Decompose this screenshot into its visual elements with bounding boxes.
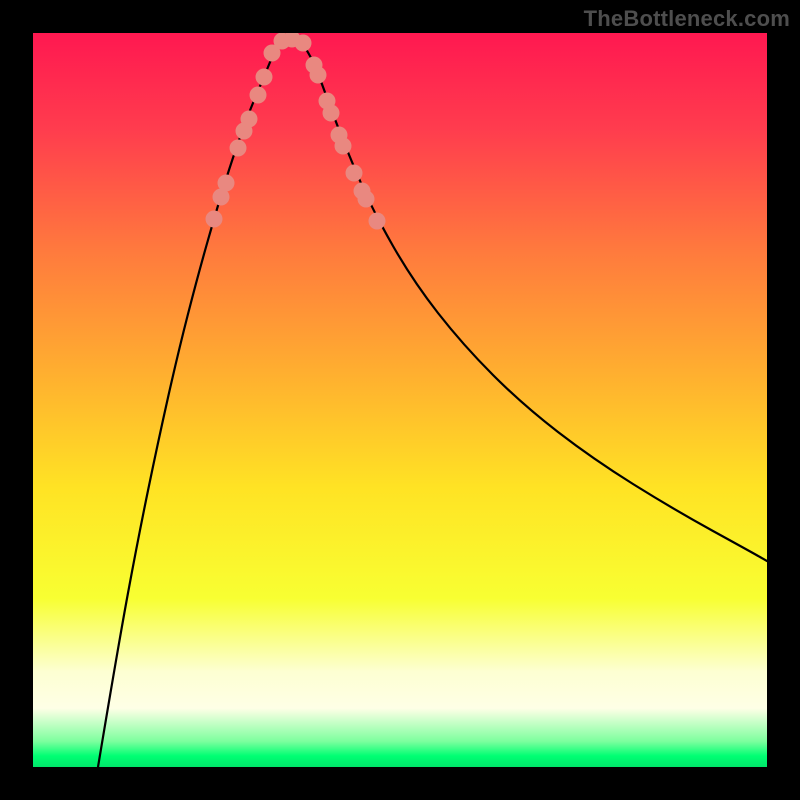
marker-dot bbox=[250, 87, 267, 104]
marker-dot bbox=[230, 140, 247, 157]
marker-dot bbox=[310, 67, 327, 84]
marker-dot bbox=[295, 35, 312, 52]
marker-dot bbox=[241, 111, 258, 128]
gradient-background bbox=[33, 33, 767, 767]
marker-dot bbox=[206, 211, 223, 228]
marker-dot bbox=[256, 69, 273, 86]
marker-dot bbox=[346, 165, 363, 182]
marker-dot bbox=[323, 105, 340, 122]
marker-dot bbox=[358, 191, 375, 208]
bottleneck-chart bbox=[33, 33, 767, 767]
marker-dot bbox=[218, 175, 235, 192]
marker-dot bbox=[369, 213, 386, 230]
marker-dot bbox=[335, 138, 352, 155]
watermark-text: TheBottleneck.com bbox=[584, 6, 790, 32]
